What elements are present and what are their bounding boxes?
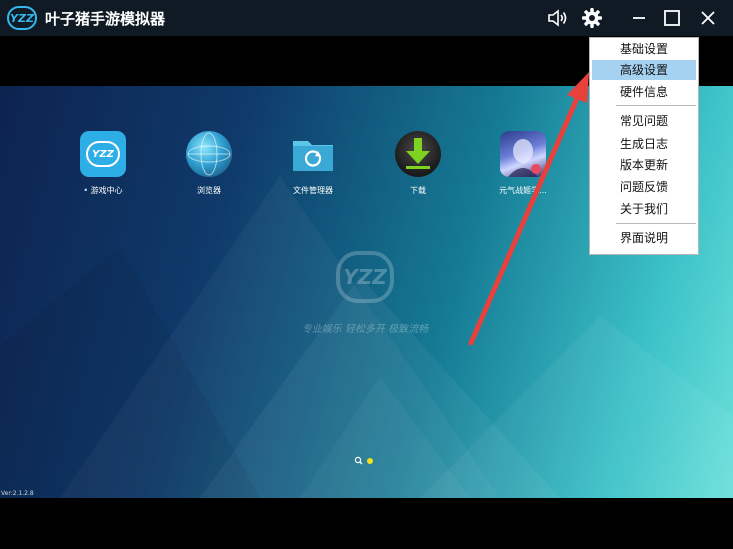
watermark-slogan: 专业娱乐 轻松多开 极致流畅 [301, 324, 429, 335]
app-label: 元气战姬学... [499, 186, 547, 195]
menu-item-hardware-info[interactable]: 硬件信息 [592, 82, 696, 102]
close-icon[interactable] [696, 6, 720, 30]
app-file-manager[interactable]: 文件管理器 [268, 131, 358, 196]
search-icon [354, 456, 363, 465]
menu-item-faq[interactable]: 常见问题 [592, 111, 696, 131]
window-title: 叶子猪手游模拟器 [45, 10, 166, 28]
app-label: • 游戏中心 [83, 186, 123, 195]
menu-item-advanced-settings[interactable]: 高级设置 [592, 60, 696, 80]
app-label: 下载 [410, 186, 426, 195]
app-anime-game[interactable]: 元气战姬学... [478, 131, 568, 196]
download-arrow-icon [395, 131, 441, 177]
app-browser[interactable]: 浏览器 [164, 131, 254, 196]
version-label: Ver:2.1.2.8 [1, 490, 34, 497]
gear-icon[interactable] [580, 6, 604, 30]
watermark-logo: YZZ [336, 251, 394, 303]
menu-item-basic-settings[interactable]: 基础设置 [592, 39, 696, 59]
menu-separator [616, 105, 696, 106]
maximize-icon[interactable] [660, 6, 684, 30]
page-dot-active [367, 458, 373, 464]
minimize-icon[interactable] [627, 6, 651, 30]
app-download[interactable]: 下载 [373, 131, 463, 196]
watermark-logo-text: YZZ [343, 265, 387, 289]
app-logo-text: YZZ [92, 148, 114, 160]
letterbox-bottom [0, 498, 733, 549]
settings-menu: 基础设置 高级设置 硬件信息 常见问题 生成日志 版本更新 问题反馈 关于我们 … [589, 37, 699, 255]
app-label: 文件管理器 [293, 186, 333, 195]
menu-item-generate-log[interactable]: 生成日志 [592, 134, 696, 154]
page-indicator [354, 456, 373, 465]
menu-item-version-update[interactable]: 版本更新 [592, 155, 696, 175]
speaker-icon[interactable] [545, 6, 569, 30]
globe-browser-icon [186, 131, 232, 177]
anime-game-icon [500, 131, 546, 177]
menu-item-interface-guide[interactable]: 界面说明 [592, 228, 696, 248]
app-label: 浏览器 [197, 186, 221, 195]
app-game-center[interactable]: YZZ • 游戏中心 [58, 131, 148, 196]
menu-item-feedback[interactable]: 问题反馈 [592, 177, 696, 197]
yzz-game-center-icon: YZZ [80, 131, 126, 177]
folder-sync-icon [290, 131, 336, 177]
app-logo-text: YZZ [10, 11, 34, 25]
menu-item-about-us[interactable]: 关于我们 [592, 199, 696, 219]
menu-separator [616, 223, 696, 224]
title-bar: YZZ 叶子猪手游模拟器 [0, 0, 733, 36]
app-logo: YZZ [7, 6, 37, 30]
